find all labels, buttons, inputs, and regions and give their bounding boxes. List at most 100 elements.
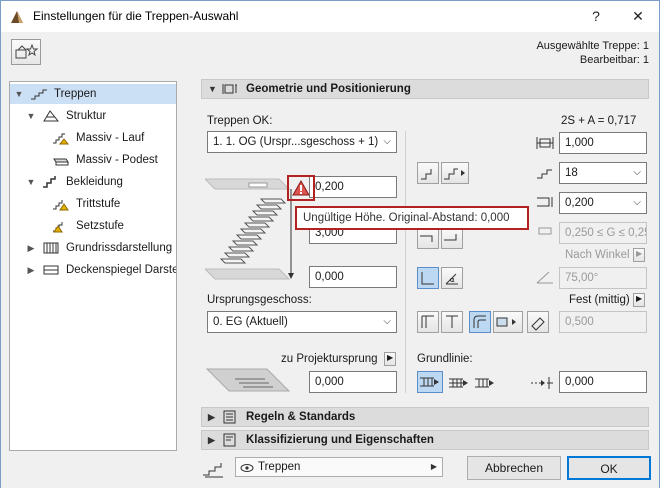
top-offset-field[interactable]: 0,200 (309, 176, 397, 198)
tree-item-trittstufe[interactable]: Trittstufe (10, 194, 176, 214)
chevron-down-icon: ⌵ (383, 316, 391, 327)
chevron-right-icon[interactable]: ▶ (208, 431, 215, 449)
angle-field: 75,00° (559, 267, 647, 289)
chevron-down-icon: ⌵ (383, 136, 391, 147)
title-bar: Einstellungen für die Treppen-Auswahl ? … (1, 1, 659, 32)
chevron-right-icon[interactable]: ▶ (26, 260, 36, 280)
flight-mode-icon (421, 272, 434, 285)
walkline-offset-field: 0,500 (559, 311, 647, 333)
baseline-center-icon[interactable] (447, 373, 471, 393)
invalid-height-tooltip: Ungültige Höhe. Original-Abstand: 0,000 (295, 206, 529, 230)
classification-icon (223, 433, 236, 447)
origin-label: Ursprungsgeschoss: (207, 294, 312, 306)
baseline-offset-icon (531, 377, 553, 389)
favorites-button[interactable] (11, 39, 41, 65)
step-height-icon (444, 168, 465, 180)
going-mode-button-2[interactable] (441, 227, 463, 249)
angle-mode-button-1[interactable] (417, 267, 439, 289)
rules-icon (223, 410, 236, 424)
landing-icon (53, 158, 69, 166)
chevron-down-icon: ⌵ (633, 167, 641, 178)
chevron-down-icon[interactable]: ▼ (26, 172, 36, 192)
chevron-down-icon[interactable]: ▼ (14, 84, 24, 104)
floor-plan-icon (43, 242, 59, 254)
projection-menu-button[interactable]: ▶ (384, 352, 396, 366)
favorites-bar: Ausgewählte Treppe: 1 Bearbeitbar: 1 (1, 32, 659, 70)
chevron-right-icon: ▶ (636, 249, 643, 258)
warning-icon[interactable] (289, 177, 313, 199)
angle-mode-button-2[interactable]: α (441, 267, 463, 289)
projection-label: zu Projektursprung (281, 353, 378, 365)
tree-item-grundrissdarstellung[interactable]: ▶ Grundrissdarstellung (10, 238, 176, 258)
structure-icon (43, 110, 60, 122)
going-icon (420, 235, 433, 242)
archicad-app-icon (11, 11, 23, 23)
walkline-button-2[interactable] (441, 311, 463, 333)
chevron-down-icon[interactable]: ▼ (26, 106, 36, 126)
section-header-classification[interactable]: ▶ Klassifizierung und Eigenschaften (201, 430, 649, 450)
top-label: Treppen OK: (207, 115, 273, 127)
tree-item-massiv-lauf[interactable]: Massiv - Lauf (10, 128, 176, 148)
walkline-button-3[interactable] (469, 311, 491, 333)
stair-width-icon (536, 137, 554, 149)
chevron-right-icon: ▶ (387, 353, 394, 362)
chevron-right-icon: ▶ (636, 294, 643, 303)
tread-icon (53, 200, 69, 211)
riser-height-icon (537, 197, 553, 207)
walkline-button-5[interactable] (527, 311, 549, 333)
selected-count: Ausgewählte Treppe: 1 (536, 40, 649, 52)
ok-button[interactable]: OK (567, 456, 651, 480)
settings-tree: ▼ Treppen ▼ Struktur Massiv - Lauf Massi… (9, 81, 177, 451)
projection-offset-field[interactable]: 0,000 (309, 371, 397, 393)
cladding-icon (43, 176, 56, 188)
stair-icon (31, 89, 47, 100)
walkline-rotate-icon (531, 317, 545, 331)
angle-mode-menu-button[interactable]: ▶ (633, 248, 645, 262)
baseline-button-1[interactable] (417, 371, 443, 393)
stair-width-field[interactable]: 1,000 (559, 132, 647, 154)
riser-count-select[interactable]: 18 ⌵ (559, 162, 647, 184)
walkline-curved-icon (473, 315, 486, 328)
baseline-mode-menu-button[interactable]: ▶ (633, 293, 645, 307)
step-number-icon (421, 169, 432, 180)
walkline-center-icon (446, 315, 458, 328)
projection-preview-image (205, 368, 291, 392)
close-button[interactable]: ✕ (623, 5, 653, 27)
step-mode-button-1[interactable] (417, 162, 439, 184)
tree-item-massiv-podest[interactable]: Massiv - Podest (10, 150, 176, 170)
walkline-button-4[interactable] (493, 311, 523, 333)
reflected-ceiling-icon (43, 265, 59, 275)
favorites-star-icon (15, 43, 39, 59)
layer-select[interactable]: Treppen ▶ (235, 457, 443, 477)
going-mode-button-1[interactable] (417, 227, 439, 249)
angle-icon (536, 271, 553, 284)
chevron-down-icon[interactable]: ▼ (208, 80, 217, 98)
tree-item-deckenspiegel[interactable]: ▶ Deckenspiegel Darste (10, 260, 176, 280)
walkline-button-1[interactable] (417, 311, 439, 333)
baseline-offset-field[interactable]: 0,000 (559, 371, 647, 393)
tree-item-bekleidung[interactable]: ▼ Bekleidung (10, 172, 176, 192)
geometry-icon (222, 84, 237, 94)
column-divider (405, 131, 406, 393)
going-range-field: 0,250 ≤ G ≤ 0,25 (559, 222, 647, 244)
chevron-right-icon[interactable]: ▶ (26, 238, 36, 258)
tree-item-struktur[interactable]: ▼ Struktur (10, 106, 176, 126)
top-story-select[interactable]: 1. 1. OG (Urspr...sgeschoss + 1) ⌵ (207, 131, 397, 153)
chevron-right-icon[interactable]: ▶ (208, 408, 215, 426)
cancel-button[interactable]: Abbrechen (467, 456, 561, 480)
help-button[interactable]: ? (581, 5, 611, 27)
section-header-geometry[interactable]: ▼ Geometrie und Positionierung (201, 79, 649, 99)
tree-item-setzstufe[interactable]: Setzstufe (10, 216, 176, 236)
riser-height-select[interactable]: 0,200 ⌵ (559, 192, 647, 214)
editable-count: Bearbeitbar: 1 (579, 54, 649, 66)
bottom-offset-field[interactable]: 0,000 (309, 266, 397, 288)
tree-item-treppen[interactable]: ▼ Treppen (10, 84, 176, 104)
step-mode-button-2[interactable] (441, 162, 469, 184)
baseline-left-icon (420, 377, 439, 387)
origin-story-select[interactable]: 0. EG (Aktuell) ⌵ (207, 311, 397, 333)
baseline-right-icon[interactable] (473, 373, 497, 393)
section-header-rules[interactable]: ▶ Regeln & Standards (201, 407, 649, 427)
footer-bar: Treppen ▶ Abbrechen OK (1, 453, 659, 488)
chevron-down-icon: ⌵ (633, 197, 641, 208)
baseline-mode-label: Fest (mittig) (569, 294, 630, 306)
